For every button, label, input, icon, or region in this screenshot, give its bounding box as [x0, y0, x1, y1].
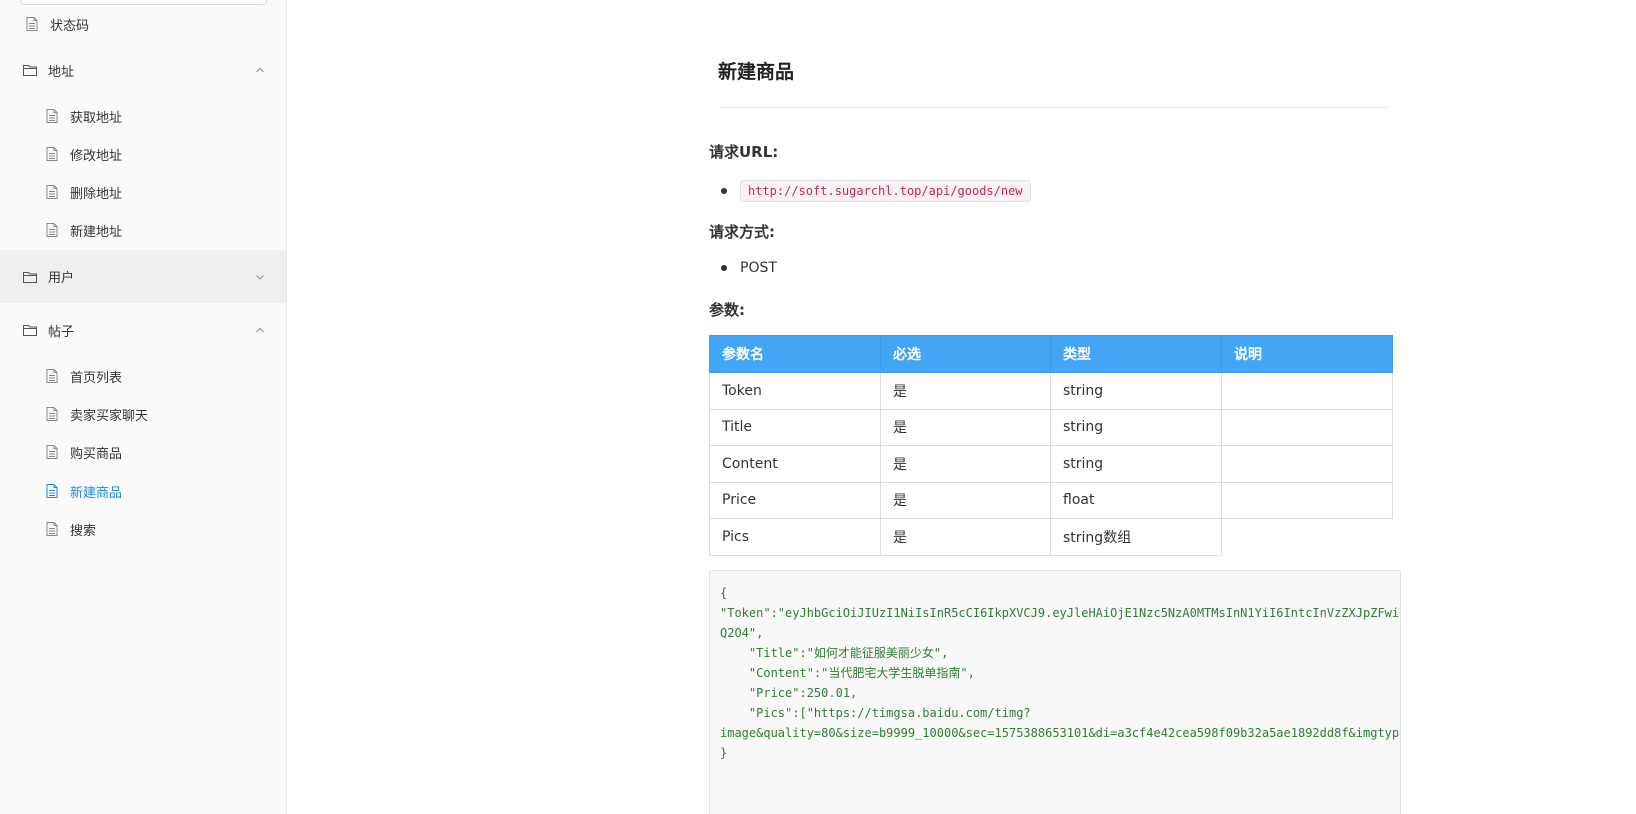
- sidebar-item-label: 地址: [48, 64, 75, 80]
- table-cell: [1221, 445, 1393, 483]
- sidebar-item-4[interactable]: 修改地址: [0, 135, 286, 173]
- column-header: 必选: [880, 335, 1051, 373]
- main-content: 新建商品 请求URL: http://soft.sugarchl.top/api…: [288, 0, 1636, 814]
- sidebar-item-label: 新建地址: [70, 224, 123, 240]
- sidebar-item-label: 购买商品: [70, 446, 123, 462]
- chevron-down-icon[interactable]: [254, 271, 266, 283]
- code-line: "Content":"当代肥宅大学生脱单指南",: [720, 666, 975, 680]
- sidebar-item-7[interactable]: 用户: [0, 250, 286, 303]
- url-heading: 请求URL:: [709, 143, 779, 161]
- sidebar-item-label: 新建商品: [70, 485, 123, 501]
- sidebar: 状态码地址获取地址修改地址删除地址新建地址用户帖子首页列表卖家买家聊天 购买商品新…: [0, 0, 287, 814]
- code-line: Q2O4",: [720, 626, 764, 640]
- sidebar-item-12[interactable]: 新建商品: [0, 472, 286, 510]
- document-icon: [44, 368, 60, 384]
- table-row: Content 是 string: [709, 445, 1393, 483]
- table-row: Pics 是 string数组: [709, 518, 1393, 556]
- folder-icon: [22, 62, 38, 78]
- request-url: http://soft.sugarchl.top/api/goods/new: [740, 180, 1031, 202]
- table-cell: string: [1050, 408, 1222, 446]
- folder-icon: [22, 322, 38, 338]
- table-cell: 是: [880, 408, 1051, 446]
- table-cell: [1221, 481, 1393, 519]
- document-icon: [24, 16, 40, 32]
- table-cell: [1221, 372, 1393, 410]
- table-cell: 是: [880, 445, 1051, 483]
- document-icon: [44, 184, 60, 200]
- document-icon: [44, 108, 60, 124]
- sidebar-item-10[interactable]: 卖家买家聊天: [0, 395, 286, 433]
- table-row: Title 是 string: [709, 408, 1393, 446]
- table-cell: Token: [709, 372, 881, 410]
- sidebar-item-label: 搜索: [70, 523, 97, 539]
- params-table: 参数名 必选 类型 说明 Token 是 string Title 是 string Con…: [709, 335, 1393, 556]
- code-line: "Token":"eyJhbGciOiJIUzI1NiIsInR5cCI6Ikp…: [720, 606, 1401, 620]
- code-line: "Title":"如何才能征服美丽少女",: [720, 646, 949, 660]
- document-icon: [44, 444, 60, 460]
- code-line: }: [720, 746, 728, 760]
- code-line: "Price":250.01,: [720, 686, 858, 700]
- sidebar-item-label: 删除地址: [70, 186, 123, 202]
- code-line: image&quality=80&size=b9999_10000&sec=15…: [720, 726, 1401, 740]
- page-title: 新建商品: [718, 61, 795, 83]
- sidebar-item-label: 帖子: [48, 324, 75, 340]
- table-cell: string数组: [1050, 518, 1222, 556]
- request-method: POST: [740, 260, 777, 276]
- sidebar-item-label: 获取地址: [70, 110, 123, 126]
- code-line: "Pics":["https://timgsa.baidu.com/timg?: [720, 706, 1031, 720]
- method-bullet: POST: [721, 260, 777, 276]
- title-divider: [719, 107, 1389, 108]
- document-icon: [44, 406, 60, 422]
- sidebar-item-9[interactable]: 首页列表: [0, 357, 286, 395]
- column-header: 类型: [1050, 335, 1222, 373]
- table-cell: string: [1050, 372, 1222, 410]
- table-row: Price 是 float: [709, 481, 1393, 519]
- table-cell: string: [1050, 445, 1222, 483]
- table-cell: Title: [709, 408, 881, 446]
- sidebar-item-13[interactable]: 搜索: [0, 510, 286, 548]
- code-text: { "Token":"eyJhbGciOiJIUzI1NiIsInR5cCI6Ik…: [720, 583, 1401, 763]
- table-row: Token 是 string: [709, 372, 1393, 410]
- table-cell: 是: [880, 372, 1051, 410]
- column-header: 说明: [1221, 335, 1393, 373]
- sidebar-item-label: 修改地址: [70, 148, 123, 164]
- table-cell: [1221, 408, 1393, 446]
- code-example: { "Token":"eyJhbGciOiJIUzI1NiIsInR5cCI6Ik…: [709, 570, 1401, 814]
- sidebar-item-8[interactable]: 帖子: [0, 310, 286, 350]
- table-cell-empty: [1222, 519, 1393, 556]
- sidebar-item-5[interactable]: 删除地址: [0, 173, 286, 211]
- table-cell: float: [1050, 481, 1222, 519]
- document-icon: [44, 483, 60, 499]
- code-line: {: [720, 586, 728, 600]
- document-icon: [44, 521, 60, 537]
- table-cell: Price: [709, 481, 881, 519]
- sidebar-item-1[interactable]: 状态码: [0, 5, 286, 43]
- sidebar-item-6[interactable]: 新建地址: [0, 211, 286, 249]
- folder-icon: [22, 269, 38, 285]
- sidebar-item-label: 用户: [48, 271, 75, 286]
- table-cell: Pics: [709, 518, 881, 556]
- url-bullet: http://soft.sugarchl.top/api/goods/new: [721, 180, 1031, 202]
- sidebar-item-3[interactable]: 获取地址: [0, 97, 286, 135]
- document-icon: [44, 222, 60, 238]
- document-icon: [44, 146, 60, 162]
- sidebar-item-label: 卖家买家聊天: [70, 408, 149, 424]
- chevron-up-icon[interactable]: [254, 324, 266, 336]
- table-header-row: 参数名 必选 类型 说明: [709, 335, 1393, 373]
- chevron-up-icon[interactable]: [254, 64, 266, 76]
- params-heading: 参数:: [709, 301, 745, 319]
- table-cell: 是: [880, 481, 1051, 519]
- method-heading: 请求方式:: [709, 223, 775, 241]
- sidebar-item-label: 首页列表: [70, 370, 123, 386]
- table-cell: 是: [880, 518, 1051, 556]
- sidebar-item-2[interactable]: 地址: [0, 50, 286, 90]
- table-cell: Content: [709, 445, 881, 483]
- column-header: 参数名: [709, 335, 881, 373]
- sidebar-item-11[interactable]: 购买商品: [0, 433, 286, 471]
- sidebar-item-label: 状态码: [50, 18, 90, 34]
